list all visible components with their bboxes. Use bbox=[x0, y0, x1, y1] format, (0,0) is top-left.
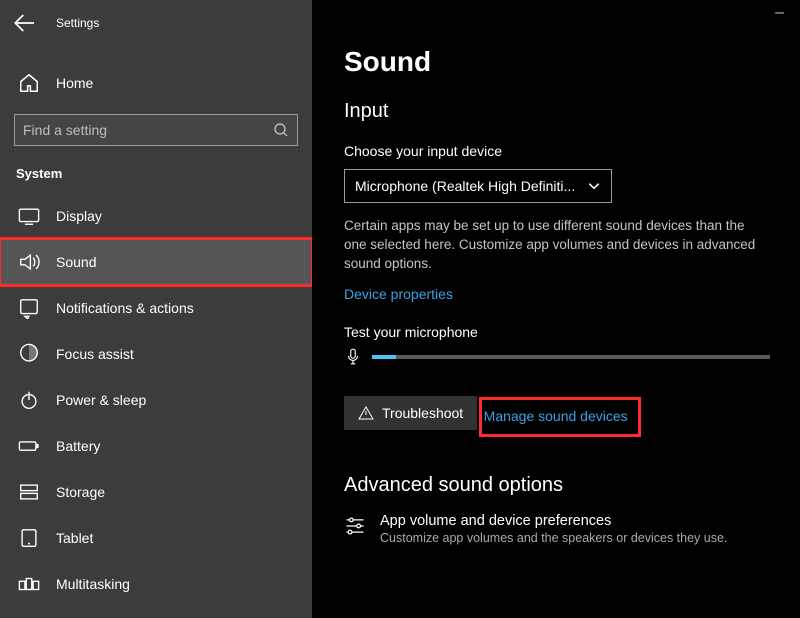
window-title: Settings bbox=[56, 16, 99, 30]
search-input[interactable] bbox=[14, 114, 298, 146]
search-wrap bbox=[0, 104, 312, 152]
selected-device-text: Microphone (Realtek High Definiti... bbox=[355, 178, 587, 194]
sidebar-item-tablet[interactable]: Tablet bbox=[0, 515, 312, 561]
battery-icon bbox=[18, 435, 40, 457]
sidebar-item-battery[interactable]: Battery bbox=[0, 423, 312, 469]
display-icon bbox=[18, 205, 40, 227]
section-label-system: System bbox=[0, 152, 312, 193]
home-label: Home bbox=[56, 75, 93, 91]
warning-icon bbox=[358, 405, 374, 421]
nav-label: Tablet bbox=[56, 530, 93, 546]
advanced-sound-heading: Advanced sound options bbox=[344, 474, 770, 497]
sidebar-item-sound[interactable]: Sound bbox=[0, 239, 312, 285]
app-volume-preferences[interactable]: App volume and device preferences Custom… bbox=[344, 513, 770, 545]
manage-sound-devices-highlight: Manage sound devices bbox=[482, 400, 638, 434]
pref-subtitle: Customize app volumes and the speakers o… bbox=[380, 531, 727, 545]
pref-title: App volume and device preferences bbox=[380, 513, 727, 529]
page-title: Sound bbox=[344, 46, 770, 78]
sidebar-item-storage[interactable]: Storage bbox=[0, 469, 312, 515]
window-controls: – bbox=[775, 4, 792, 22]
section-input: Input bbox=[344, 100, 770, 123]
nav-label: Sound bbox=[56, 254, 96, 270]
home-icon bbox=[18, 72, 40, 94]
microphone-icon bbox=[344, 348, 362, 366]
minimize-button[interactable]: – bbox=[775, 4, 792, 21]
nav-label: Storage bbox=[56, 484, 105, 500]
nav-label: Power & sleep bbox=[56, 392, 146, 408]
sound-icon bbox=[18, 251, 40, 273]
nav-label: Notifications & actions bbox=[56, 300, 194, 316]
device-properties-link[interactable]: Device properties bbox=[344, 286, 453, 302]
mic-test-row bbox=[344, 348, 770, 366]
notifications-icon bbox=[18, 297, 40, 319]
search-field[interactable] bbox=[23, 122, 273, 138]
sidebar-item-multitasking[interactable]: Multitasking bbox=[0, 561, 312, 607]
sidebar: Settings Home System Display bbox=[0, 0, 312, 618]
mic-level-fill bbox=[372, 355, 396, 359]
search-icon bbox=[273, 122, 289, 138]
sidebar-item-power-sleep[interactable]: Power & sleep bbox=[0, 377, 312, 423]
mic-level-meter bbox=[372, 355, 770, 359]
test-mic-label: Test your microphone bbox=[344, 324, 770, 340]
sliders-icon bbox=[344, 515, 366, 537]
nav-label: Multitasking bbox=[56, 576, 130, 592]
content-panel: – Sound Input Choose your input device M… bbox=[312, 0, 800, 618]
manage-sound-devices-link[interactable]: Manage sound devices bbox=[484, 408, 628, 424]
focus-assist-icon bbox=[18, 343, 40, 365]
chevron-down-icon bbox=[587, 179, 601, 193]
power-icon bbox=[18, 389, 40, 411]
nav-label: Focus assist bbox=[56, 346, 134, 362]
settings-window: Settings Home System Display bbox=[0, 0, 800, 618]
pref-text: App volume and device preferences Custom… bbox=[380, 513, 727, 545]
sidebar-item-home[interactable]: Home bbox=[0, 62, 312, 104]
sidebar-item-notifications[interactable]: Notifications & actions bbox=[0, 285, 312, 331]
sidebar-item-focus-assist[interactable]: Focus assist bbox=[0, 331, 312, 377]
nav-list: Display Sound Notifications & actions Fo… bbox=[0, 193, 312, 607]
storage-icon bbox=[18, 481, 40, 503]
nav-label: Battery bbox=[56, 438, 100, 454]
troubleshoot-button[interactable]: Troubleshoot bbox=[344, 396, 477, 430]
input-device-select[interactable]: Microphone (Realtek High Definiti... bbox=[344, 169, 612, 203]
help-text: Certain apps may be set up to use differ… bbox=[344, 217, 770, 274]
nav-label: Display bbox=[56, 208, 102, 224]
troubleshoot-label: Troubleshoot bbox=[382, 405, 463, 421]
choose-device-label: Choose your input device bbox=[344, 143, 770, 159]
sidebar-item-display[interactable]: Display bbox=[0, 193, 312, 239]
tablet-icon bbox=[18, 527, 40, 549]
multitasking-icon bbox=[18, 573, 40, 595]
sidebar-header: Settings bbox=[0, 0, 312, 46]
back-arrow-icon[interactable] bbox=[14, 13, 34, 33]
